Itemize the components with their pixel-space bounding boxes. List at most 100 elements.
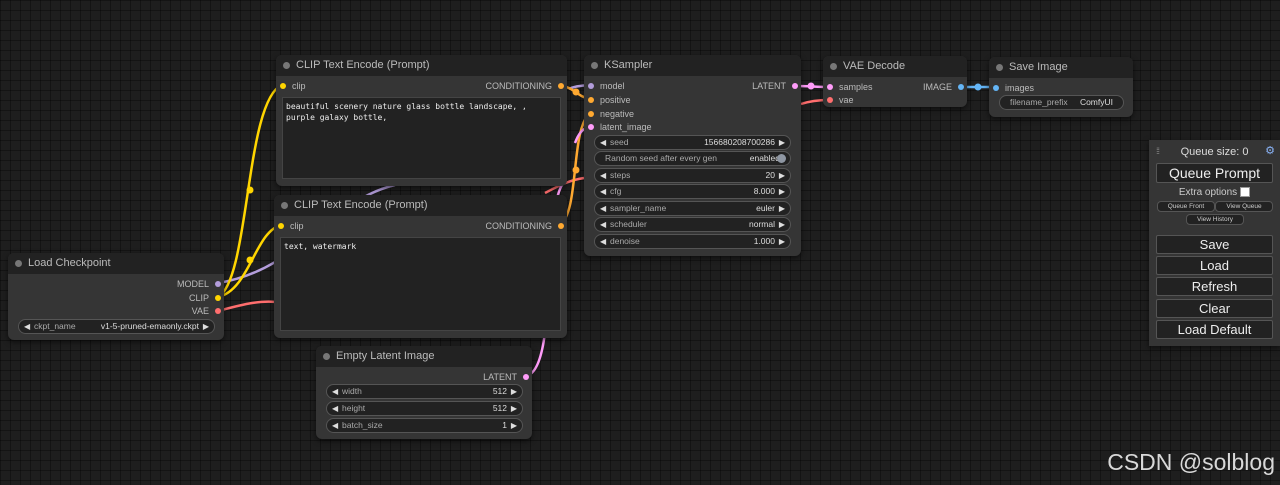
- ckpt-name-combo[interactable]: ◀ ckpt_name v1-5-pruned-emaonly.ckpt ▶: [18, 319, 215, 334]
- arrow-right-icon[interactable]: ▶: [779, 218, 785, 231]
- latent-output-port[interactable]: LATENT: [752, 80, 798, 92]
- arrow-left-icon[interactable]: ◀: [600, 185, 606, 198]
- queue-prompt-button[interactable]: Queue Prompt: [1156, 163, 1273, 183]
- conditioning-port-dot-icon[interactable]: [588, 111, 594, 117]
- arrow-right-icon[interactable]: ▶: [779, 185, 785, 198]
- arrow-left-icon[interactable]: ◀: [332, 402, 338, 415]
- latent-image-input-port[interactable]: latent_image: [588, 121, 652, 133]
- empty-latent-image-node[interactable]: Empty Latent Image LATENT ◀ width 512 ▶ …: [316, 346, 532, 439]
- seed-widget[interactable]: ◀ seed 156680208700286 ▶: [594, 135, 791, 150]
- load-default-button[interactable]: Load Default: [1156, 320, 1273, 339]
- batch-size-widget[interactable]: ◀ batch_size 1 ▶: [326, 418, 523, 433]
- node-title[interactable]: Empty Latent Image: [316, 346, 532, 367]
- extra-options-checkbox[interactable]: [1240, 187, 1251, 198]
- height-widget[interactable]: ◀ height 512 ▶: [326, 401, 523, 416]
- toggle-knob-icon[interactable]: [777, 154, 786, 163]
- clip-input-port[interactable]: clip: [278, 220, 304, 232]
- collapse-dot-icon[interactable]: [323, 353, 330, 360]
- random-seed-toggle[interactable]: Random seed after every gen enabled: [594, 151, 791, 166]
- arrow-right-icon[interactable]: ▶: [511, 385, 517, 398]
- node-title[interactable]: KSampler: [584, 55, 801, 76]
- refresh-button[interactable]: Refresh: [1156, 277, 1273, 296]
- collapse-dot-icon[interactable]: [996, 64, 1003, 71]
- arrow-right-icon[interactable]: ▶: [779, 136, 785, 149]
- prompt-textarea[interactable]: beautiful scenery nature glass bottle la…: [282, 97, 561, 179]
- vae-output-port[interactable]: VAE: [192, 305, 221, 317]
- collapse-dot-icon[interactable]: [283, 62, 290, 69]
- node-title[interactable]: Load Checkpoint: [8, 253, 224, 274]
- conditioning-port-dot-icon[interactable]: [558, 83, 564, 89]
- latent-port-dot-icon[interactable]: [792, 83, 798, 89]
- image-output-port[interactable]: IMAGE: [923, 81, 964, 93]
- load-button[interactable]: Load: [1156, 256, 1273, 275]
- arrow-left-icon[interactable]: ◀: [332, 385, 338, 398]
- latent-output-port[interactable]: LATENT: [483, 371, 529, 383]
- collapse-dot-icon[interactable]: [591, 62, 598, 69]
- latent-port-dot-icon[interactable]: [523, 374, 529, 380]
- prompt-textarea[interactable]: text, watermark: [280, 237, 561, 331]
- arrow-right-icon[interactable]: ▶: [203, 320, 209, 333]
- conditioning-port-dot-icon[interactable]: [588, 97, 594, 103]
- collapse-dot-icon[interactable]: [15, 260, 22, 267]
- clip-text-encode-negative-node[interactable]: CLIP Text Encode (Prompt) clip CONDITION…: [274, 195, 567, 338]
- clip-text-encode-positive-node[interactable]: CLIP Text Encode (Prompt) clip CONDITION…: [276, 55, 567, 186]
- node-title[interactable]: CLIP Text Encode (Prompt): [276, 55, 567, 76]
- arrow-left-icon[interactable]: ◀: [600, 218, 606, 231]
- images-input-port[interactable]: images: [993, 82, 1034, 94]
- vae-port-dot-icon[interactable]: [215, 308, 221, 314]
- cfg-widget[interactable]: ◀ cfg 8.000 ▶: [594, 184, 791, 199]
- positive-input-port[interactable]: positive: [588, 94, 631, 106]
- arrow-left-icon[interactable]: ◀: [600, 235, 606, 248]
- model-port-dot-icon[interactable]: [215, 281, 221, 287]
- arrow-right-icon[interactable]: ▶: [779, 235, 785, 248]
- sampler-name-combo[interactable]: ◀ sampler_name euler ▶: [594, 201, 791, 216]
- ksampler-node[interactable]: KSampler model positive negative latent_…: [584, 55, 801, 256]
- arrow-left-icon[interactable]: ◀: [600, 202, 606, 215]
- clip-port-dot-icon[interactable]: [215, 295, 221, 301]
- clip-input-port[interactable]: clip: [280, 80, 306, 92]
- vae-decode-node[interactable]: VAE Decode samples vae IMAGE: [823, 56, 967, 107]
- arrow-right-icon[interactable]: ▶: [779, 202, 785, 215]
- arrow-right-icon[interactable]: ▶: [511, 419, 517, 432]
- image-port-dot-icon[interactable]: [993, 85, 999, 91]
- save-image-node[interactable]: Save Image images filename_prefix ComfyU…: [989, 57, 1133, 117]
- node-title[interactable]: CLIP Text Encode (Prompt): [274, 195, 567, 216]
- arrow-right-icon[interactable]: ▶: [511, 402, 517, 415]
- arrow-left-icon[interactable]: ◀: [24, 320, 30, 333]
- negative-input-port[interactable]: negative: [588, 108, 634, 120]
- gear-icon[interactable]: ⚙: [1265, 144, 1275, 157]
- collapse-dot-icon[interactable]: [830, 63, 837, 70]
- view-history-button[interactable]: View History: [1186, 214, 1244, 225]
- scheduler-combo[interactable]: ◀ scheduler normal ▶: [594, 217, 791, 232]
- model-output-port[interactable]: MODEL: [177, 278, 221, 290]
- conditioning-output-port[interactable]: CONDITIONING: [486, 220, 564, 232]
- model-port-dot-icon[interactable]: [588, 83, 594, 89]
- save-button[interactable]: Save: [1156, 235, 1273, 254]
- width-widget[interactable]: ◀ width 512 ▶: [326, 384, 523, 399]
- clip-port-dot-icon[interactable]: [278, 223, 284, 229]
- samples-input-port[interactable]: samples: [827, 81, 873, 93]
- clear-button[interactable]: Clear: [1156, 299, 1273, 318]
- collapse-dot-icon[interactable]: [281, 202, 288, 209]
- arrow-left-icon[interactable]: ◀: [600, 136, 606, 149]
- node-title[interactable]: VAE Decode: [823, 56, 967, 77]
- conditioning-output-port[interactable]: CONDITIONING: [486, 80, 564, 92]
- steps-widget[interactable]: ◀ steps 20 ▶: [594, 168, 791, 183]
- model-input-port[interactable]: model: [588, 80, 625, 92]
- vae-input-port[interactable]: vae: [827, 94, 854, 106]
- clip-output-port[interactable]: CLIP: [189, 292, 221, 304]
- denoise-widget[interactable]: ◀ denoise 1.000 ▶: [594, 234, 791, 249]
- latent-port-dot-icon[interactable]: [827, 84, 833, 90]
- conditioning-port-dot-icon[interactable]: [558, 223, 564, 229]
- filename-prefix-field[interactable]: filename_prefix ComfyUI: [999, 95, 1124, 110]
- node-title[interactable]: Save Image: [989, 57, 1133, 78]
- queue-front-button[interactable]: Queue Front: [1157, 201, 1215, 212]
- vae-port-dot-icon[interactable]: [827, 97, 833, 103]
- image-port-dot-icon[interactable]: [958, 84, 964, 90]
- arrow-left-icon[interactable]: ◀: [332, 419, 338, 432]
- latent-port-dot-icon[interactable]: [588, 124, 594, 130]
- clip-port-dot-icon[interactable]: [280, 83, 286, 89]
- view-queue-button[interactable]: View Queue: [1215, 201, 1273, 212]
- load-checkpoint-node[interactable]: Load Checkpoint MODEL CLIP VAE ◀ ckpt_na…: [8, 253, 224, 340]
- arrow-left-icon[interactable]: ◀: [600, 169, 606, 182]
